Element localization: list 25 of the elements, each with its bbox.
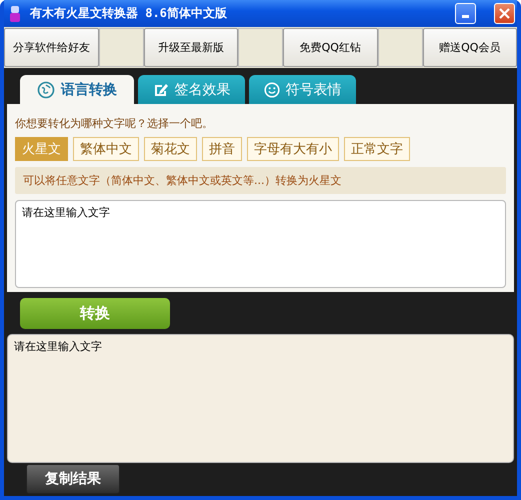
- option-button[interactable]: 正常文字: [344, 137, 410, 161]
- tab[interactable]: 符号表情: [249, 75, 356, 104]
- output-field[interactable]: 请在这里输入文字: [7, 334, 514, 463]
- option-button[interactable]: 拼音: [202, 137, 242, 161]
- pen-icon: [152, 82, 168, 98]
- tab[interactable]: 签名效果: [138, 75, 245, 104]
- toolbar-button[interactable]: 分享软件给好友: [4, 28, 98, 67]
- question-text: 你想要转化为哪种文字呢？选择一个吧。: [15, 116, 214, 131]
- copy-button[interactable]: 复制结果: [26, 464, 120, 494]
- option-button[interactable]: 繁体中文: [73, 137, 139, 161]
- close-button[interactable]: [494, 3, 515, 24]
- app-icon: [8, 4, 22, 22]
- window-title: 有木有火星文转换器 8.6简体中文版: [30, 5, 228, 22]
- close-icon: [499, 8, 510, 19]
- hint-text: 可以将任意文字（简体中文、繁体中文或英文等...）转换为火星文: [15, 167, 506, 194]
- toolbar-button[interactable]: 赠送QQ会员: [422, 28, 517, 67]
- globe-icon: [37, 80, 55, 98]
- input-field[interactable]: 请在这里输入文字: [15, 200, 506, 288]
- option-button[interactable]: 菊花文: [144, 137, 197, 161]
- toolbar-button[interactable]: 免费QQ红钻: [283, 28, 378, 67]
- minimize-button[interactable]: [455, 3, 476, 24]
- option-button[interactable]: 字母有大有小: [247, 137, 339, 161]
- toolbar-button[interactable]: 升级至最新版: [144, 28, 238, 67]
- tab[interactable]: 语言转换: [20, 75, 134, 104]
- smiley-icon: [264, 82, 280, 98]
